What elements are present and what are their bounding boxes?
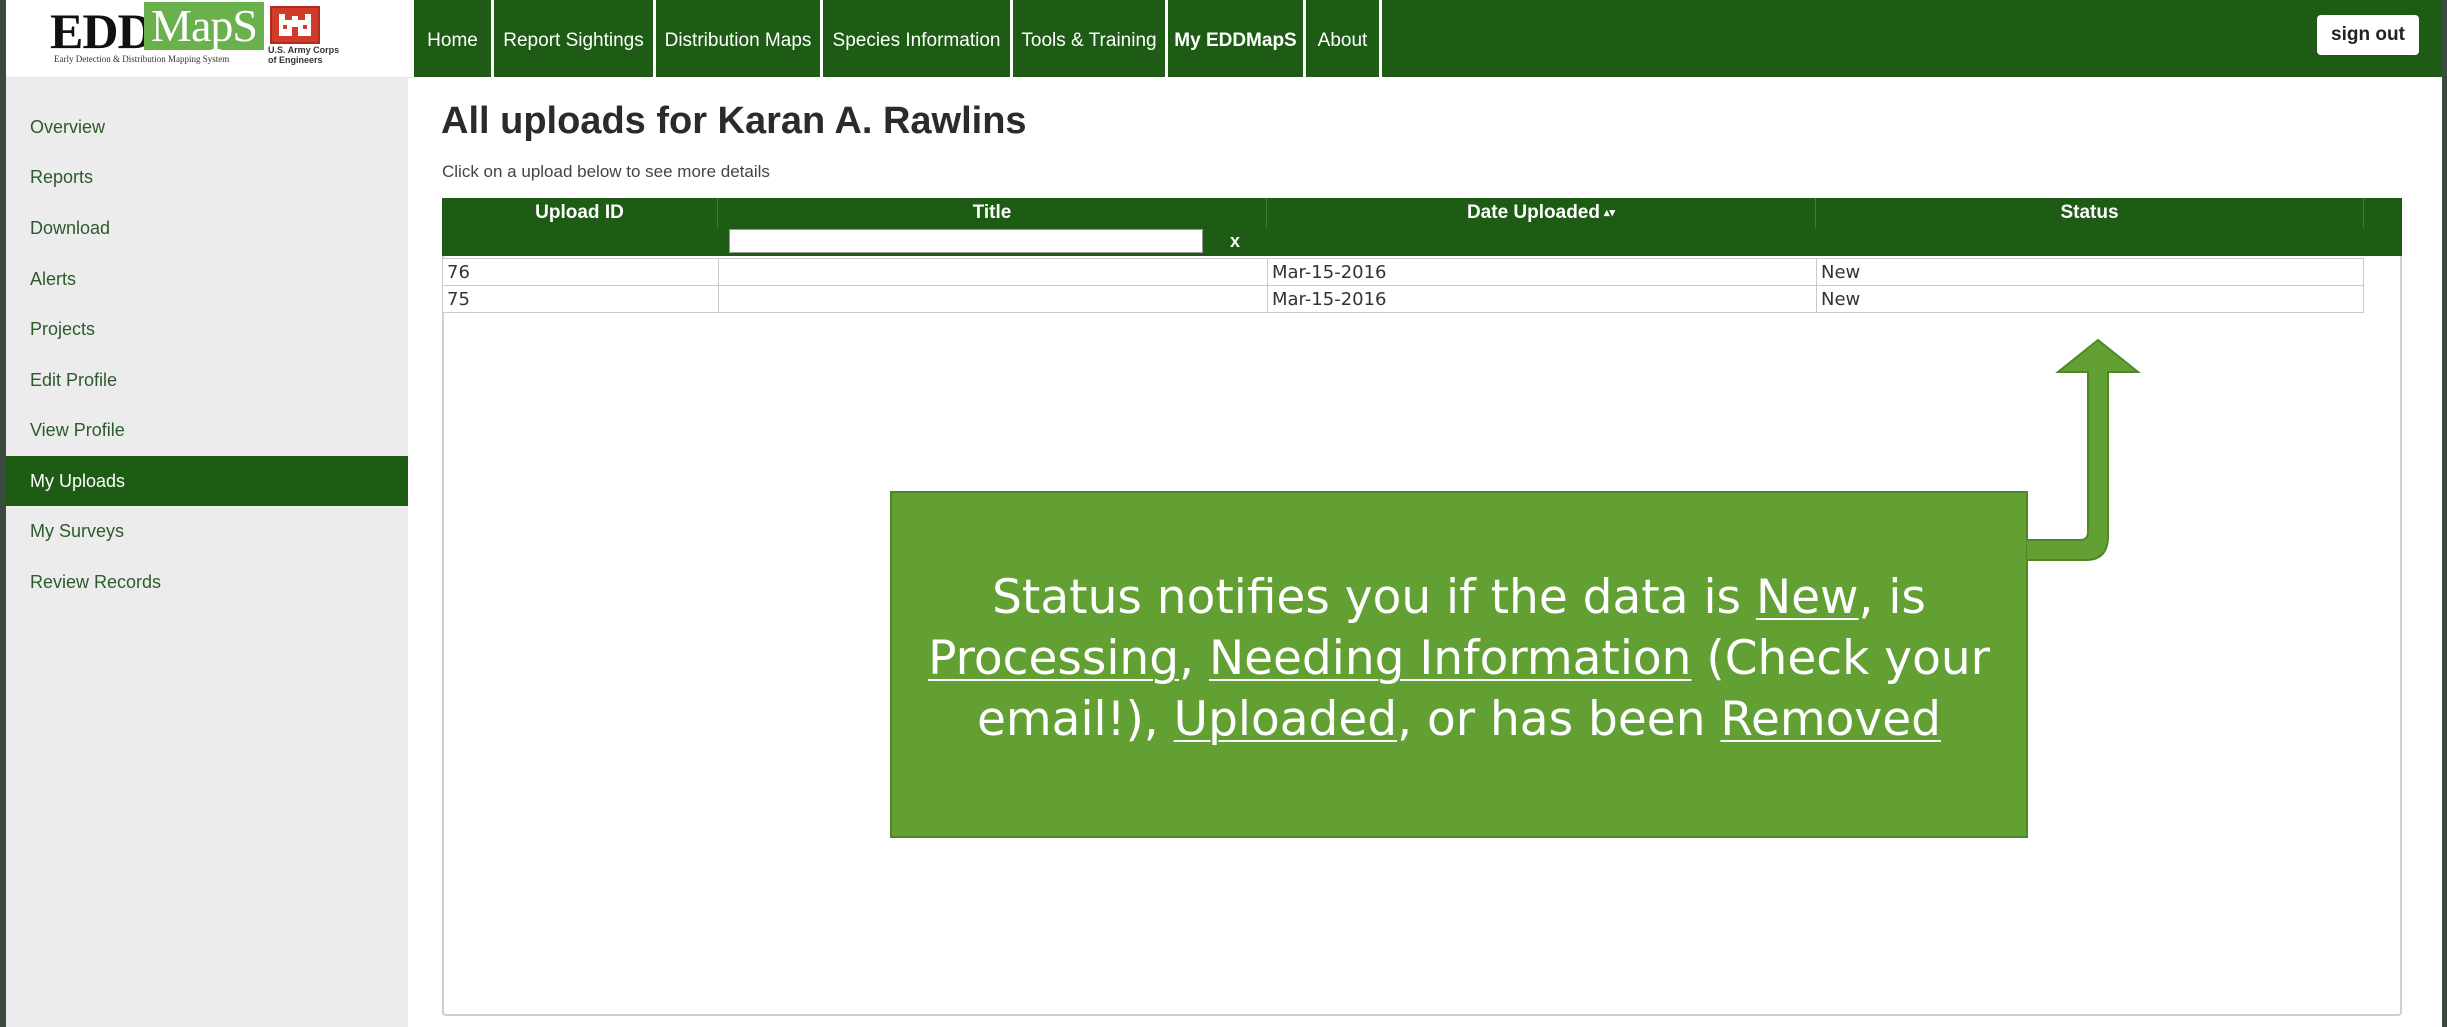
column-date-uploaded[interactable]: Date Uploaded ▴▾ (1267, 198, 1816, 228)
table-row[interactable]: 75 Mar-15-2016 New (442, 285, 2364, 313)
table-row[interactable]: 76 Mar-15-2016 New (442, 258, 2364, 286)
status-callout: Status notifies you if the data is New, … (890, 491, 2028, 838)
logo-partner: U.S. Army Corps of Engineers (268, 45, 340, 65)
cell-upload-id: 75 (443, 286, 719, 312)
nav-species-information[interactable]: Species Information (823, 0, 1013, 77)
app-frame: EDD MapS Early Detection & Distribution … (6, 0, 2442, 1027)
sidebar: Overview Reports Download Alerts Project… (6, 78, 408, 1027)
filter-clear-button[interactable]: x (1222, 229, 1248, 253)
sidebar-item-my-surveys[interactable]: My Surveys (6, 506, 408, 556)
nav-report-sightings[interactable]: Report Sightings (494, 0, 656, 77)
sidebar-item-reports[interactable]: Reports (6, 152, 408, 202)
cell-title (719, 259, 1268, 285)
logo-tagline: Early Detection & Distribution Mapping S… (54, 54, 230, 64)
sidebar-item-projects[interactable]: Projects (6, 304, 408, 354)
cell-title (719, 286, 1268, 312)
title-filter-input[interactable] (729, 229, 1203, 253)
sidebar-item-view-profile[interactable]: View Profile (6, 405, 408, 455)
sidebar-item-alerts[interactable]: Alerts (6, 254, 408, 304)
sidebar-item-review-records[interactable]: Review Records (6, 557, 408, 607)
army-corps-castle-icon (270, 6, 320, 44)
up-arrow-icon (2026, 338, 2141, 561)
status-new: New (1755, 570, 1859, 625)
top-nav: Home Report Sightings Distribution Maps … (414, 0, 2442, 77)
status-processing: Processing (928, 631, 1180, 686)
page-title: All uploads for Karan A. Rawlins (441, 100, 1027, 142)
sign-out-button[interactable]: sign out (2317, 15, 2419, 55)
cell-date-uploaded: Mar-15-2016 (1268, 286, 1817, 312)
logo[interactable]: EDD MapS Early Detection & Distribution … (6, 0, 414, 78)
nav-home[interactable]: Home (414, 0, 494, 77)
status-uploaded: Uploaded (1173, 692, 1398, 747)
nav-about[interactable]: About (1306, 0, 1382, 77)
column-status[interactable]: Status (1816, 198, 2364, 228)
sidebar-item-my-uploads[interactable]: My Uploads (6, 456, 408, 506)
status-needing-information: Needing Information (1208, 631, 1692, 686)
nav-my-eddmaps[interactable]: My EDDMapS (1168, 0, 1306, 77)
nav-distribution-maps[interactable]: Distribution Maps (656, 0, 823, 77)
sidebar-item-overview[interactable]: Overview (6, 102, 408, 152)
sidebar-item-download[interactable]: Download (6, 203, 408, 253)
sidebar-item-edit-profile[interactable]: Edit Profile (6, 355, 408, 405)
sort-desc-icon: ▴▾ (1603, 207, 1616, 219)
cell-upload-id: 76 (443, 259, 719, 285)
cell-status: New (1821, 289, 1861, 310)
logo-edd-text: EDD (50, 3, 154, 59)
column-upload-id[interactable]: Upload ID (442, 198, 718, 228)
cell-date-uploaded: Mar-15-2016 (1268, 259, 1817, 285)
page-hint: Click on a upload below to see more deta… (442, 162, 770, 181)
nav-tools-training[interactable]: Tools & Training (1013, 0, 1168, 77)
status-removed: Removed (1720, 692, 1941, 747)
column-title[interactable]: Title (718, 198, 1267, 228)
logo-maps-text: MapS (144, 2, 264, 50)
cell-status: New (1821, 262, 1861, 283)
